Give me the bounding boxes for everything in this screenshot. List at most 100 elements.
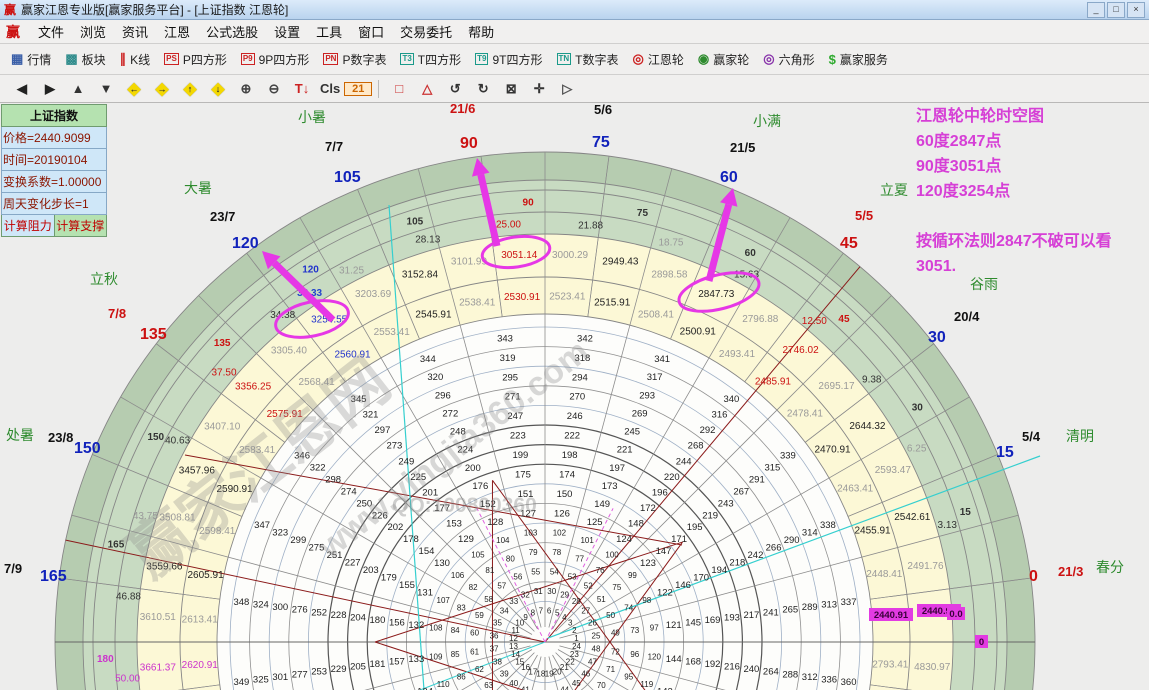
svg-text:2523.41: 2523.41 bbox=[549, 292, 586, 303]
menu-item-0[interactable]: 文件 bbox=[30, 20, 72, 43]
window-button-0[interactable]: _ bbox=[1087, 2, 1105, 18]
svg-text:192: 192 bbox=[705, 659, 721, 670]
calendar-button[interactable]: 21 bbox=[344, 82, 372, 96]
svg-text:49: 49 bbox=[611, 629, 620, 638]
svg-text:150: 150 bbox=[74, 440, 101, 457]
main-toolbar: ▦行情▩板块∥K线PSP四方形P99P四方形PNP数字表T3T四方形T99T四方… bbox=[0, 44, 1149, 75]
svg-text:53: 53 bbox=[568, 572, 577, 581]
svg-text:2949.43: 2949.43 bbox=[602, 256, 639, 267]
triangle-tool-button[interactable]: △ bbox=[413, 80, 441, 98]
svg-text:146: 146 bbox=[675, 580, 691, 591]
toolbar-button-2[interactable]: ∥K线 bbox=[113, 49, 158, 70]
window-title: 赢家江恩专业版[赢家服务平台] - [上证指数 江恩轮] bbox=[21, 1, 288, 18]
back-button[interactable]: ◀ bbox=[8, 80, 36, 98]
zoom-out-button[interactable]: ⊖ bbox=[260, 80, 288, 98]
svg-text:200: 200 bbox=[465, 463, 481, 474]
svg-text:199: 199 bbox=[512, 450, 528, 461]
svg-text:276: 276 bbox=[292, 605, 308, 616]
svg-text:85: 85 bbox=[451, 650, 460, 659]
calc-resistance-button[interactable]: 计算阻力 bbox=[1, 215, 54, 237]
toolbar-button-label: 赢家服务 bbox=[840, 51, 888, 68]
cls-button[interactable]: Cls bbox=[316, 80, 344, 97]
rotate-left-step-button[interactable]: ▲ bbox=[64, 80, 92, 97]
window-button-1[interactable]: □ bbox=[1107, 2, 1125, 18]
menu-bar: 赢 文件浏览资讯江恩公式选股设置工具窗口交易委托帮助 bbox=[0, 20, 1149, 44]
menu-item-6[interactable]: 工具 bbox=[308, 20, 350, 43]
menu-item-2[interactable]: 资讯 bbox=[114, 20, 156, 43]
tn-icon: TN bbox=[557, 53, 572, 65]
svg-text:7/8: 7/8 bbox=[108, 306, 126, 321]
shift-right-button[interactable]: ◆→ bbox=[148, 78, 176, 100]
menu-item-5[interactable]: 设置 bbox=[266, 20, 308, 43]
menu-item-3[interactable]: 江恩 bbox=[156, 20, 198, 43]
toolbar-button-7[interactable]: T99T四方形 bbox=[468, 49, 549, 70]
svg-text:2515.91: 2515.91 bbox=[594, 298, 631, 309]
svg-text:5/4: 5/4 bbox=[1022, 429, 1041, 444]
svg-text:122: 122 bbox=[657, 587, 673, 598]
svg-text:7/7: 7/7 bbox=[325, 139, 343, 154]
svg-text:246: 246 bbox=[567, 411, 583, 422]
forward-button[interactable]: ▶ bbox=[36, 80, 64, 98]
gann-wheel-icon: ◎ bbox=[633, 51, 644, 67]
shift-up-button[interactable]: ◆↑ bbox=[176, 78, 204, 100]
toolbar-button-6[interactable]: T3T四方形 bbox=[393, 49, 468, 70]
rotate-ccw-button[interactable]: ↺ bbox=[441, 80, 469, 98]
price-time-button[interactable]: T↓ bbox=[288, 80, 316, 97]
rotate-cw-button[interactable]: ↻ bbox=[469, 80, 497, 98]
svg-text:253: 253 bbox=[311, 667, 327, 678]
svg-text:2538.41: 2538.41 bbox=[459, 298, 496, 309]
rotate-right-step-button[interactable]: ▼ bbox=[92, 80, 120, 97]
svg-text:2605.91: 2605.91 bbox=[188, 570, 225, 581]
toolbar-button-9[interactable]: ◎江恩轮 bbox=[626, 49, 691, 70]
svg-text:173: 173 bbox=[602, 481, 618, 492]
svg-text:3.13: 3.13 bbox=[938, 520, 958, 531]
toolbar-button-10[interactable]: ◉赢家轮 bbox=[691, 49, 756, 70]
svg-text:198: 198 bbox=[562, 450, 578, 461]
menu-item-9[interactable]: 帮助 bbox=[460, 20, 502, 43]
svg-text:252: 252 bbox=[311, 607, 327, 618]
center-button[interactable]: ✛ bbox=[525, 80, 553, 98]
svg-text:145: 145 bbox=[685, 617, 701, 628]
svg-text:217: 217 bbox=[743, 610, 759, 621]
toolbar-button-5[interactable]: PNP数字表 bbox=[316, 49, 393, 70]
svg-text:26: 26 bbox=[588, 618, 597, 627]
menu-item-7[interactable]: 窗口 bbox=[350, 20, 392, 43]
svg-text:108: 108 bbox=[429, 624, 443, 633]
shift-down-button[interactable]: ◆↓ bbox=[204, 78, 232, 100]
menu-item-8[interactable]: 交易委托 bbox=[392, 20, 460, 43]
calc-support-button[interactable]: 计算支撑 bbox=[54, 215, 108, 237]
pointer-button[interactable]: ▷ bbox=[553, 80, 581, 98]
svg-text:35: 35 bbox=[493, 618, 502, 627]
svg-text:102: 102 bbox=[553, 529, 567, 538]
toolbar-button-0[interactable]: ▦行情 bbox=[4, 49, 58, 70]
zoom-in-button[interactable]: ⊕ bbox=[232, 80, 260, 98]
svg-text:60: 60 bbox=[745, 248, 757, 259]
svg-text:103: 103 bbox=[524, 529, 538, 538]
toolbar-button-4[interactable]: P99P四方形 bbox=[234, 49, 316, 70]
fit-button[interactable]: ⊠ bbox=[497, 80, 525, 98]
menu-item-4[interactable]: 公式选股 bbox=[198, 20, 266, 43]
svg-text:30: 30 bbox=[912, 403, 924, 414]
toolbar-button-label: P数字表 bbox=[342, 51, 386, 68]
shift-left-button[interactable]: ◆← bbox=[120, 78, 148, 100]
svg-text:44: 44 bbox=[560, 685, 569, 690]
svg-text:72: 72 bbox=[611, 647, 620, 656]
svg-text:149: 149 bbox=[594, 499, 610, 510]
toolbar-button-1[interactable]: ▩板块 bbox=[58, 49, 112, 70]
window-button-2[interactable]: × bbox=[1127, 2, 1145, 18]
svg-text:84: 84 bbox=[451, 626, 460, 635]
svg-text:34: 34 bbox=[500, 607, 509, 616]
p9-icon: P9 bbox=[241, 53, 255, 65]
svg-text:2620.91: 2620.91 bbox=[182, 660, 219, 671]
svg-text:3203.69: 3203.69 bbox=[355, 289, 392, 300]
toolbar-button-label: T四方形 bbox=[418, 51, 461, 68]
toolbar-button-12[interactable]: $赢家服务 bbox=[822, 49, 895, 70]
svg-text:272: 272 bbox=[442, 408, 458, 419]
svg-text:39: 39 bbox=[500, 669, 509, 678]
toolbar-button-8[interactable]: TNT数字表 bbox=[550, 49, 626, 70]
svg-text:25.00: 25.00 bbox=[496, 220, 521, 231]
menu-item-1[interactable]: 浏览 bbox=[72, 20, 114, 43]
square-tool-button[interactable]: □ bbox=[385, 80, 413, 97]
toolbar-button-11[interactable]: ◎六角形 bbox=[756, 49, 821, 70]
toolbar-button-3[interactable]: PSP四方形 bbox=[157, 49, 234, 70]
